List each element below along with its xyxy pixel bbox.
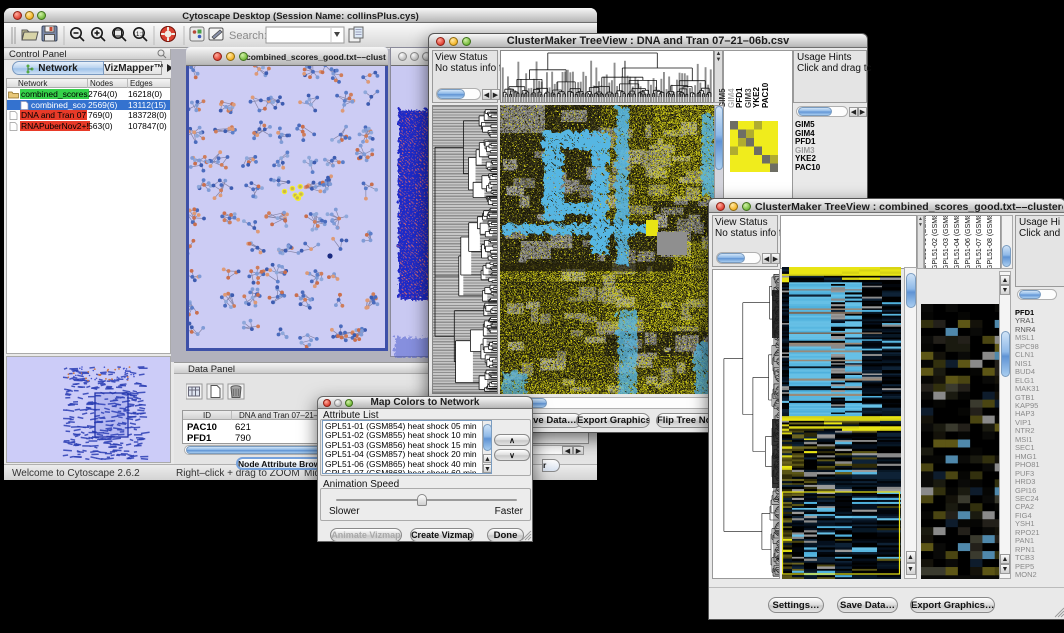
- svg-text:1:1: 1:1: [136, 32, 145, 38]
- svg-text:Search:: Search:: [229, 30, 267, 42]
